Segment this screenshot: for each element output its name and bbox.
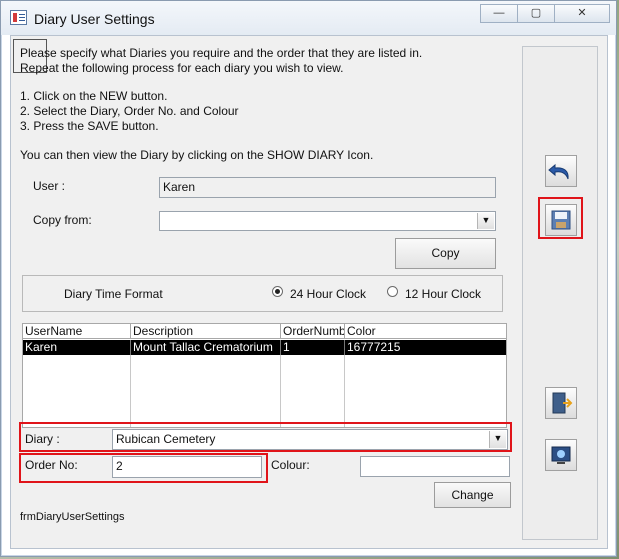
grid-header-username[interactable]: UserName — [23, 324, 131, 339]
undo-button[interactable] — [545, 155, 577, 187]
instruction-step-3: 3. Press the SAVE button. — [20, 119, 159, 133]
cell-color: 16777215 — [347, 340, 401, 354]
instruction-step-2: 2. Select the Diary, Order No. and Colou… — [20, 104, 239, 118]
grid-header-color[interactable]: Color — [345, 324, 506, 339]
radio-24-hour[interactable] — [272, 286, 283, 297]
copy-button[interactable]: Copy — [395, 238, 496, 269]
radio-24-hour-label[interactable]: 24 Hour Clock — [290, 287, 366, 301]
time-format-label: Diary Time Format — [64, 287, 163, 301]
form-client-area: Please specify what Diaries you require … — [10, 35, 608, 549]
form-body: Please specify what Diaries you require … — [11, 36, 516, 550]
diary-list-grid[interactable]: UserName Description OrderNumb Color Kar… — [22, 323, 507, 428]
exit-icon — [552, 392, 573, 414]
radio-12-hour[interactable] — [387, 286, 398, 297]
copy-from-label: Copy from: — [33, 213, 92, 227]
table-row[interactable]: Karen Mount Tallac Crematorium 1 1677721… — [23, 340, 506, 355]
instruction-line-1: Please specify what Diaries you require … — [20, 46, 423, 60]
cell-description: Mount Tallac Crematorium — [131, 340, 281, 355]
undo-icon — [548, 163, 569, 180]
time-format-group: Diary Time Format 24 Hour Clock 12 Hour … — [22, 275, 503, 312]
grid-header-ordernumber[interactable]: OrderNumb — [281, 324, 345, 339]
change-button[interactable]: Change — [434, 482, 511, 508]
colour-field[interactable] — [360, 456, 510, 477]
order-no-highlight-box — [19, 453, 268, 483]
diary-highlight-box — [19, 422, 512, 452]
user-field: Karen — [159, 177, 496, 198]
form-name-label: frmDiaryUserSettings — [20, 511, 125, 523]
title-bar: Diary User Settings — ▢ ✕ — [1, 1, 616, 35]
show-diary-icon — [551, 446, 571, 464]
copy-from-combo[interactable]: ▼ — [159, 211, 496, 231]
grid-header-description[interactable]: Description — [131, 324, 281, 339]
user-label: User : — [33, 179, 66, 193]
cell-ordernumber: 1 — [281, 340, 345, 355]
close-button[interactable]: ✕ — [554, 4, 610, 23]
instruction-line-2: Repeat the following process for each di… — [20, 61, 344, 75]
colour-label: Colour: — [271, 458, 310, 472]
show-diary-button[interactable] — [545, 439, 577, 471]
form-icon — [10, 10, 27, 25]
diary-user-settings-window: Diary User Settings — ▢ ✕ Please specify… — [0, 0, 617, 557]
maximize-button[interactable]: ▢ — [517, 4, 555, 23]
window-title: Diary User Settings — [34, 11, 155, 27]
instruction-note: You can then view the Diary by clicking … — [20, 148, 374, 162]
instruction-step-1: 1. Click on the NEW button. — [20, 89, 168, 103]
exit-button[interactable] — [545, 387, 577, 419]
save-highlight-box — [538, 197, 583, 239]
window-controls: — ▢ ✕ — [480, 4, 610, 24]
toolbar-panel — [522, 46, 598, 540]
radio-12-hour-label[interactable]: 12 Hour Clock — [405, 287, 481, 301]
minimize-button[interactable]: — — [480, 4, 518, 23]
chevron-down-icon[interactable]: ▼ — [477, 213, 494, 229]
cell-username: Karen — [23, 340, 131, 355]
